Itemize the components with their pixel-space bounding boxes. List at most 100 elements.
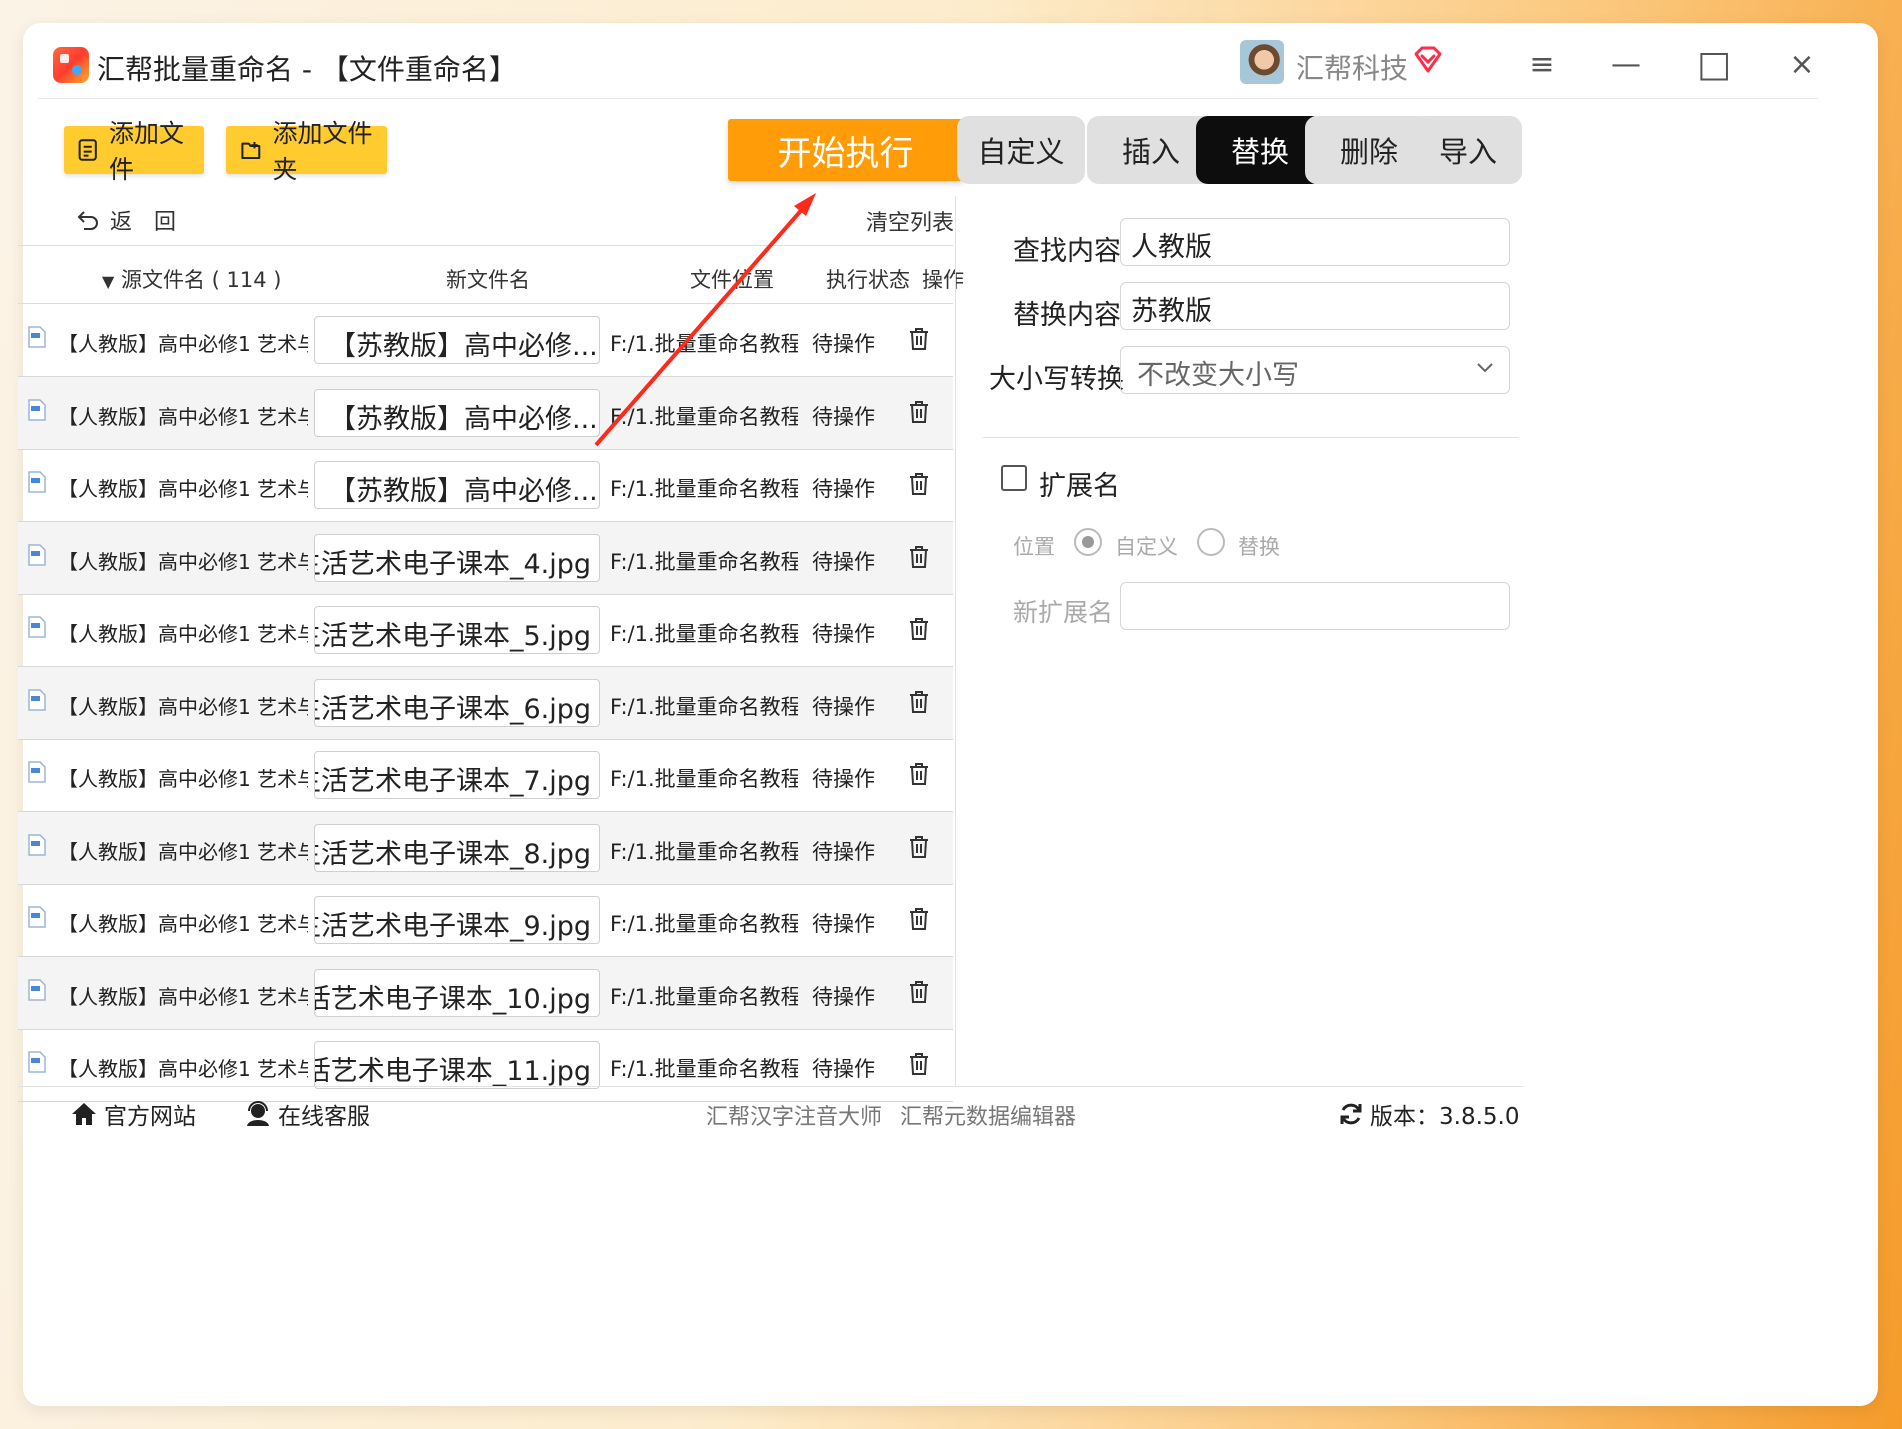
replace-label: 替换内容 bbox=[1013, 300, 1121, 331]
new-filename-field[interactable]: 【苏教版】高中必修... bbox=[314, 388, 600, 437]
radio-custom-label: 自定义 bbox=[1115, 535, 1178, 559]
new-filename-field[interactable]: 与生活艺术电子课本_9.jpg bbox=[314, 896, 600, 944]
table-row[interactable]: 【人教版】高中必修1 艺术与生活【苏教版】高中必修... F:/1.批量重命名教程… bbox=[18, 449, 953, 522]
image-file-icon bbox=[28, 1051, 46, 1073]
table-row[interactable]: 【人教版】高中必修1 艺术与生活【苏教版】高中必修... F:/1.批量重命名教程… bbox=[18, 376, 953, 450]
add-file-button[interactable]: 添加文件 bbox=[64, 119, 204, 184]
new-filename: 与生活艺术电子课本_9.jpg bbox=[315, 911, 591, 942]
new-filename: 生活艺术电子课本_11.jpg bbox=[315, 1056, 591, 1087]
col-source-label: 源文件名 ( 114 ) bbox=[121, 268, 282, 292]
execution-status: 待操作 bbox=[812, 477, 875, 501]
case-select[interactable]: 不改变大小写 bbox=[1120, 346, 1510, 394]
new-filename: 【苏教版】高中必修... bbox=[329, 403, 598, 435]
online-support-link[interactable]: 在线客服 bbox=[244, 1097, 370, 1131]
file-location: F:/1.批量重命名教程/jpg bbox=[610, 549, 798, 574]
footer-divider bbox=[18, 1086, 1523, 1087]
tab-custom[interactable]: 自定义 bbox=[957, 116, 1085, 184]
add-folder-button[interactable]: 添加文件夹 bbox=[226, 119, 387, 184]
close-icon[interactable]: × bbox=[1782, 44, 1822, 84]
radio-replace[interactable] bbox=[1197, 528, 1225, 556]
radio-custom[interactable] bbox=[1074, 528, 1102, 556]
tab-import[interactable]: 导入 bbox=[1414, 116, 1522, 184]
image-file-icon bbox=[28, 688, 46, 711]
back-arrow-icon bbox=[77, 211, 98, 230]
trash-icon[interactable] bbox=[908, 327, 930, 351]
find-input[interactable]: 人教版 bbox=[1120, 218, 1510, 266]
file-location: F:/1.批量重命名教程/jpg bbox=[610, 912, 798, 936]
table-row[interactable]: 【人教版】高中必修1 艺术与生活【苏教版】高中必修... F:/1.批量重命名教程… bbox=[18, 304, 953, 377]
image-file-icon bbox=[28, 471, 46, 493]
add-folder-label: 添加文件夹 bbox=[272, 119, 373, 184]
new-filename-field[interactable]: 与生活艺术电子课本_8.jpg bbox=[314, 823, 600, 872]
extension-label: 扩展名 bbox=[1039, 471, 1120, 502]
footer-link-pinyin[interactable]: 汇帮汉字注音大师 bbox=[706, 1099, 882, 1131]
file-location: F:/1.批量重命名教程/jpg bbox=[610, 767, 798, 791]
trash-icon[interactable] bbox=[908, 980, 930, 1004]
file-location: F:/1.批量重命名教程/jpg bbox=[610, 622, 798, 646]
new-filename-field[interactable]: 生活艺术电子课本_11.jpg bbox=[314, 1041, 600, 1089]
back-button[interactable]: 返 回 bbox=[76, 204, 176, 236]
version-label: 版本：3.8.5.0 bbox=[1370, 1104, 1520, 1130]
trash-icon[interactable] bbox=[908, 545, 930, 569]
new-filename-field[interactable]: 与生活艺术电子课本_7.jpg bbox=[314, 751, 600, 799]
new-filename-field[interactable]: 与生活艺术电子课本_4.jpg bbox=[314, 533, 600, 582]
trash-icon[interactable] bbox=[908, 690, 930, 714]
clear-list-button[interactable]: 清空列表 bbox=[866, 205, 954, 237]
execution-status: 待操作 bbox=[812, 912, 875, 936]
new-filename-field[interactable]: 与生活艺术电子课本_5.jpg bbox=[314, 606, 600, 654]
version-info[interactable]: 版本：3.8.5.0 bbox=[1338, 1097, 1519, 1131]
table-row[interactable]: 【人教版】高中必修1 艺术与生活与生活艺术电子课本_7.jpg F:/1.批量重命… bbox=[18, 739, 953, 812]
execution-status: 待操作 bbox=[812, 622, 875, 646]
refresh-icon bbox=[1340, 1103, 1362, 1125]
vip-diamond-icon[interactable] bbox=[1412, 44, 1444, 76]
new-filename-field[interactable]: 【苏教版】高中必修... bbox=[314, 461, 600, 509]
maximize-icon[interactable]: □ bbox=[1694, 44, 1734, 85]
start-execute-button[interactable]: 开始执行 bbox=[728, 119, 963, 181]
new-filename: 与生活艺术电子课本_5.jpg bbox=[315, 621, 591, 652]
new-filename-field[interactable]: 生活艺术电子课本_10.jpg bbox=[314, 968, 600, 1017]
source-filename: 【人教版】高中必修1 艺术与生活 bbox=[58, 694, 308, 719]
minimize-icon[interactable]: — bbox=[1606, 44, 1646, 84]
file-location: F:/1.批量重命名教程/jpg bbox=[610, 984, 798, 1009]
new-filename: 与生活艺术电子课本_6.jpg bbox=[315, 693, 591, 725]
trash-icon[interactable] bbox=[908, 835, 930, 859]
new-filename: 与生活艺术电子课本_7.jpg bbox=[315, 766, 591, 797]
table-row[interactable]: 【人教版】高中必修1 艺术与生活与生活艺术电子课本_9.jpg F:/1.批量重命… bbox=[18, 884, 953, 957]
trash-icon[interactable] bbox=[908, 762, 930, 786]
new-filename-field[interactable]: 【苏教版】高中必修... bbox=[314, 316, 600, 364]
image-file-icon bbox=[28, 326, 46, 348]
file-location: F:/1.批量重命名教程/jpg bbox=[610, 477, 798, 501]
footer-link-metadata[interactable]: 汇帮元数据编辑器 bbox=[900, 1099, 1076, 1131]
back-label: 返 回 bbox=[110, 210, 177, 235]
source-filename: 【人教版】高中必修1 艺术与生活 bbox=[58, 767, 308, 791]
trash-icon[interactable] bbox=[908, 617, 930, 641]
extension-checkbox[interactable] bbox=[1001, 465, 1027, 491]
new-filename-field[interactable]: 与生活艺术电子课本_6.jpg bbox=[314, 678, 600, 727]
trash-icon[interactable] bbox=[908, 1052, 930, 1076]
execution-status: 待操作 bbox=[812, 549, 875, 574]
sort-down-icon: ▼ bbox=[102, 272, 115, 291]
title-divider bbox=[38, 98, 1818, 99]
new-extension-input[interactable] bbox=[1120, 582, 1510, 630]
image-file-icon bbox=[28, 906, 46, 928]
user-avatar[interactable] bbox=[1240, 40, 1284, 84]
trash-icon[interactable] bbox=[908, 472, 930, 496]
brand-name: 汇帮科技 bbox=[1296, 52, 1409, 85]
execution-status: 待操作 bbox=[812, 332, 875, 356]
app-logo-icon bbox=[53, 47, 89, 83]
official-website-link[interactable]: 官方网站 bbox=[70, 1097, 196, 1131]
chevron-down-icon bbox=[1477, 363, 1493, 373]
col-source-header[interactable]: ▼ 源文件名 ( 114 ) bbox=[102, 264, 282, 294]
table-row[interactable]: 【人教版】高中必修1 艺术与生活与生活艺术电子课本_8.jpg F:/1.批量重命… bbox=[18, 811, 953, 885]
replace-input[interactable]: 苏教版 bbox=[1120, 282, 1510, 330]
table-row[interactable]: 【人教版】高中必修1 艺术与生活与生活艺术电子课本_6.jpg F:/1.批量重命… bbox=[18, 666, 953, 740]
trash-icon[interactable] bbox=[908, 400, 930, 424]
trash-icon[interactable] bbox=[908, 907, 930, 931]
table-row[interactable]: 【人教版】高中必修1 艺术与生活生活艺术电子课本_11.jpg F:/1.批量重命… bbox=[18, 1029, 953, 1102]
table-row[interactable]: 【人教版】高中必修1 艺术与生活与生活艺术电子课本_4.jpg F:/1.批量重命… bbox=[18, 521, 953, 595]
table-row[interactable]: 【人教版】高中必修1 艺术与生活生活艺术电子课本_10.jpg F:/1.批量重命… bbox=[18, 956, 953, 1030]
col-action-header: 操作 bbox=[922, 268, 964, 292]
table-row[interactable]: 【人教版】高中必修1 艺术与生活与生活艺术电子课本_5.jpg F:/1.批量重命… bbox=[18, 594, 953, 667]
menu-icon[interactable]: ≡ bbox=[1522, 44, 1562, 84]
online-support-label: 在线客服 bbox=[278, 1104, 370, 1130]
